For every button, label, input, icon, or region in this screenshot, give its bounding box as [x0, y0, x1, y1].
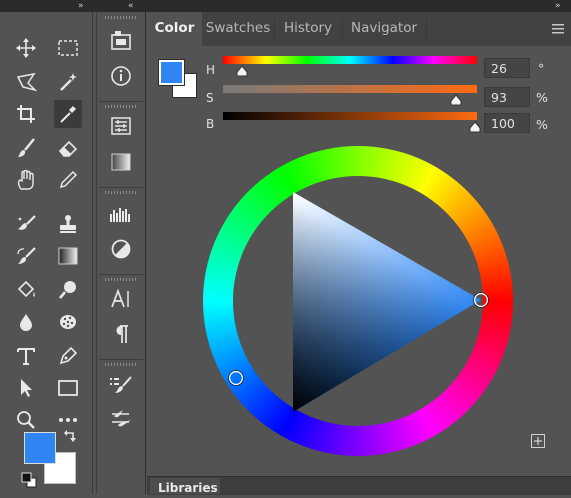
swap-colors-icon[interactable] [63, 430, 77, 444]
blur-tool-icon[interactable] [12, 308, 40, 336]
brightness-slider-track[interactable] [223, 112, 477, 120]
marquee-tool-icon[interactable] [54, 34, 82, 62]
top-strip [0, 0, 571, 12]
move-tool-icon[interactable] [12, 34, 40, 62]
saturation-slider-thumb[interactable] [450, 94, 462, 106]
hue-slider-track[interactable] [223, 56, 477, 64]
brightness-unit: % [536, 117, 548, 132]
tab-history[interactable]: History [275, 12, 341, 46]
foreground-color-swatch[interactable] [24, 432, 56, 464]
libraries-panel-icon[interactable] [105, 26, 137, 54]
rectangle-tool-icon[interactable] [54, 374, 82, 402]
tab-swatches[interactable]: Swatches [203, 12, 273, 46]
pencil-tool-icon[interactable] [54, 166, 82, 194]
hue-value-field[interactable]: 26 [484, 58, 530, 78]
expand-dock-icon[interactable]: « [128, 0, 133, 12]
add-to-swatches-icon[interactable] [531, 434, 545, 448]
pen-tool-icon[interactable] [54, 342, 82, 370]
panel-tab-bar: Color Swatches History Navigator [147, 12, 571, 46]
hue-ring-marker[interactable] [228, 370, 244, 386]
color-panel: Color Swatches History Navigator H 26 ° … [147, 12, 571, 494]
hue-slider-thumb[interactable] [236, 65, 248, 77]
stamp-tool-icon[interactable] [54, 210, 82, 238]
b-label: B [206, 117, 215, 131]
character-panel-icon[interactable] [105, 285, 137, 313]
s-label: S [206, 91, 214, 105]
default-colors-icon[interactable] [21, 472, 37, 488]
tab-libraries[interactable]: Libraries [150, 478, 220, 495]
magnifier-tool-icon[interactable] [12, 406, 40, 434]
eyedropper-tool-icon[interactable] [54, 100, 82, 128]
panel-dock [96, 12, 146, 494]
info-panel-icon[interactable] [105, 62, 137, 90]
paint-bucket-tool-icon[interactable] [12, 276, 40, 304]
tab-color[interactable]: Color [147, 12, 202, 46]
tab-navigator[interactable]: Navigator [343, 12, 425, 46]
type-tool-icon[interactable] [12, 342, 40, 370]
brush-tool-icon[interactable] [12, 134, 40, 162]
lasso-tool-icon[interactable] [12, 68, 40, 96]
saturation-slider-track[interactable] [223, 85, 477, 93]
path-selection-tool-icon[interactable] [12, 374, 40, 402]
history-brush-tool-icon[interactable] [12, 242, 40, 270]
adjustments-panel-icon[interactable] [105, 112, 137, 140]
zoom-tool-icon[interactable] [54, 276, 82, 304]
saturation-value-field[interactable]: 93 [484, 87, 530, 107]
saturation-brightness-triangle[interactable] [293, 192, 481, 412]
crop-tool-icon[interactable] [12, 100, 40, 128]
collapse-panels-icon[interactable]: » [555, 0, 560, 12]
panel-foreground-swatch[interactable] [158, 59, 185, 86]
sponge-tool-icon[interactable] [54, 308, 82, 336]
brightness-value-field[interactable]: 100 [484, 113, 530, 133]
eraser-tool-icon[interactable] [54, 134, 82, 162]
gradient-tool-icon[interactable] [54, 242, 82, 270]
tools-panel [0, 12, 93, 494]
magic-wand-tool-icon[interactable] [54, 68, 82, 96]
h-label: H [206, 63, 216, 77]
collapse-toolbar-icon[interactable]: » [78, 0, 83, 12]
smudge-tool-icon[interactable] [12, 210, 40, 238]
brush-presets-icon[interactable] [105, 405, 137, 433]
saturation-unit: % [536, 90, 548, 105]
brush-settings-icon[interactable] [105, 371, 137, 399]
panel-menu-icon[interactable] [552, 24, 564, 34]
adjustment-circle-icon[interactable] [105, 235, 137, 263]
histogram-panel-icon[interactable] [105, 199, 137, 227]
hand-tool-icon[interactable] [12, 166, 40, 194]
brightness-slider-thumb[interactable] [469, 121, 481, 133]
gradients-panel-icon[interactable] [105, 148, 137, 176]
hue-unit: ° [538, 61, 545, 76]
paragraph-panel-icon[interactable] [105, 320, 137, 348]
dock-grip[interactable] [105, 16, 137, 19]
color-wheel[interactable] [203, 146, 513, 456]
